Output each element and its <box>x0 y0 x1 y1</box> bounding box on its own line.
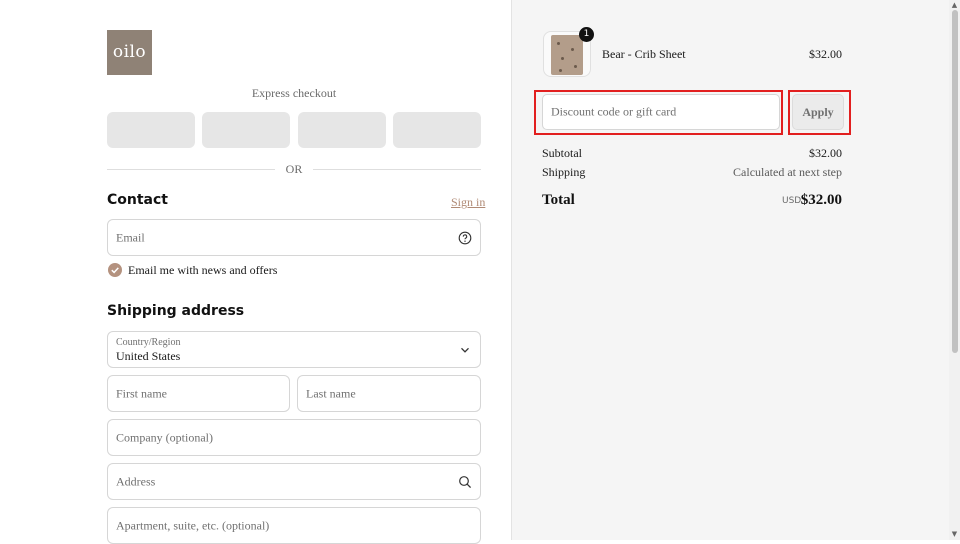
newsletter-checkbox[interactable] <box>108 263 122 277</box>
address-placeholder: Address <box>116 474 156 488</box>
express-pay-button-2[interactable] <box>202 112 290 148</box>
or-divider-text: OR <box>285 162 303 176</box>
subtotal-value: $32.00 <box>809 146 842 160</box>
country-value: United States <box>116 349 181 363</box>
checkmark-icon <box>111 267 119 274</box>
last-name-field[interactable]: Last name <box>297 375 481 412</box>
apartment-field[interactable]: Apartment, suite, etc. (optional) <box>107 507 481 544</box>
last-name-placeholder: Last name <box>306 386 356 400</box>
express-checkout-label: Express checkout <box>251 86 337 100</box>
checkout-form-panel: oilo Express checkout OR Contact Sign in… <box>0 0 511 544</box>
product-price: $32.00 <box>809 47 842 61</box>
shipping-value: Calculated at next step <box>733 165 842 179</box>
subtotal-label: Subtotal <box>542 146 583 160</box>
product-name: Bear - Crib Sheet <box>602 47 686 61</box>
scrollbar-thumb[interactable] <box>952 10 958 353</box>
crib-sheet-image <box>551 35 583 75</box>
express-pay-button-3[interactable] <box>298 112 386 148</box>
express-pay-button-1[interactable] <box>107 112 195 148</box>
discount-code-input[interactable]: Discount code or gift card <box>542 94 780 130</box>
scroll-up-icon[interactable]: ▲ <box>950 1 959 9</box>
total-label: Total <box>542 192 575 208</box>
first-name-field[interactable]: First name <box>107 375 290 412</box>
order-summary-panel <box>511 0 950 540</box>
apartment-placeholder: Apartment, suite, etc. (optional) <box>116 518 270 532</box>
total-value: $32.00 <box>800 192 842 208</box>
divider-right <box>313 169 481 170</box>
scroll-down-icon[interactable]: ▼ <box>950 530 959 538</box>
total-currency: USD <box>782 196 802 206</box>
store-logo[interactable]: oilo <box>107 30 152 75</box>
company-field[interactable]: Company (optional) <box>107 419 481 456</box>
country-select[interactable]: Country/Region United States <box>107 331 481 368</box>
divider-left <box>107 169 275 170</box>
apply-button[interactable]: Apply <box>792 94 844 130</box>
company-placeholder: Company (optional) <box>116 430 213 444</box>
search-icon <box>459 475 472 488</box>
quantity-badge: 1 <box>579 27 594 42</box>
email-field[interactable]: Email <box>107 219 481 256</box>
country-label: Country/Region <box>116 337 181 348</box>
help-icon[interactable] <box>458 231 472 245</box>
shipping-label: Shipping <box>542 165 586 179</box>
discount-placeholder: Discount code or gift card <box>551 104 677 119</box>
chevron-down-icon <box>461 347 469 353</box>
newsletter-label: Email me with news and offers <box>128 263 278 277</box>
email-placeholder: Email <box>116 230 145 244</box>
contact-title: Contact <box>107 192 168 208</box>
shipping-address-title: Shipping address <box>107 303 245 319</box>
address-field[interactable]: Address <box>107 463 481 500</box>
express-pay-button-4[interactable] <box>393 112 481 148</box>
sign-in-link[interactable]: Sign in <box>451 195 485 210</box>
first-name-placeholder: First name <box>116 386 167 400</box>
